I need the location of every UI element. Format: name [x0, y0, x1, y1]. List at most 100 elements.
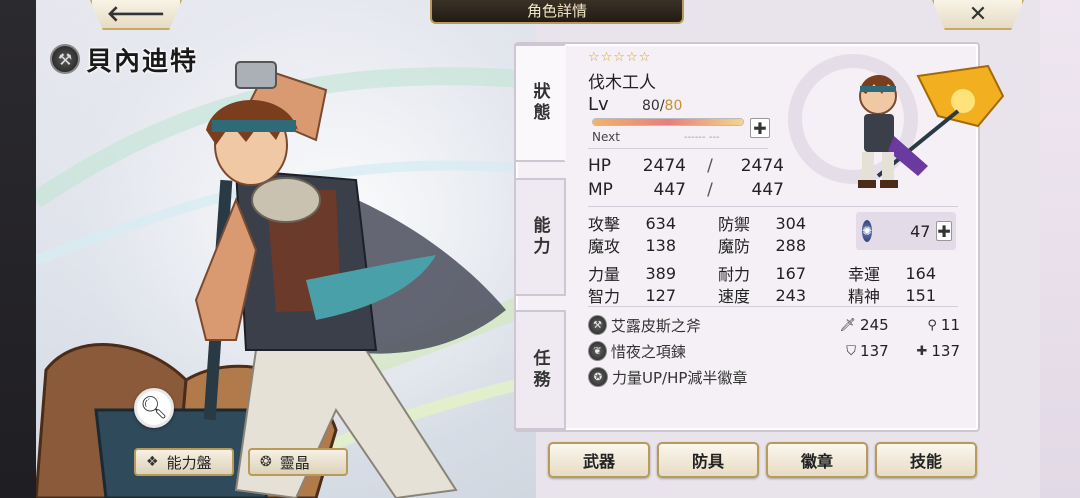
mp-max: 447	[751, 180, 784, 200]
job-title: 伐木工人	[588, 73, 656, 93]
element-box: ✺ 47 ✚	[856, 212, 956, 250]
crystal-icon: ❂	[260, 454, 272, 470]
skill-button[interactable]: 技能	[875, 442, 977, 478]
divider	[588, 306, 958, 307]
tab-status[interactable]: 狀態	[514, 44, 566, 162]
spr-label: 精神	[848, 287, 881, 306]
level-value: 80/80	[642, 98, 682, 114]
level-max: 80	[664, 98, 683, 114]
mp-label: MP	[588, 180, 613, 200]
int-value: 127	[645, 285, 676, 305]
stat-row: 智力 127 速度 243 精神 151	[588, 284, 942, 307]
axe-icon: ⚒	[588, 315, 607, 335]
str-value: 389	[645, 263, 676, 283]
equipment-stat-value: 11	[940, 316, 961, 334]
character-name-header: ⚒ 貝內迪特	[50, 42, 199, 77]
tab-ability-label: 能力	[529, 216, 550, 258]
plus-icon: ✚	[937, 221, 951, 241]
luck-label: 幸運	[848, 265, 881, 284]
tab-mission-label: 任務	[529, 349, 550, 391]
spr-value: 151	[905, 285, 936, 305]
character-name: 貝內迪特	[86, 46, 199, 77]
def-value: 304	[775, 213, 806, 233]
status-content: ☆☆☆☆☆ 伐木工人 Lv 80/80 ✚ Next ------ --- HP…	[572, 48, 972, 428]
mp-row: MP 447 / 447	[588, 178, 784, 202]
ability-board-label: 能力盤	[166, 453, 212, 472]
left-screen-edge	[0, 0, 36, 498]
equipment-row-weapon[interactable]: ⚒ 艾露皮斯之斧 🗡︎ 245 ⚲ 11	[588, 312, 960, 338]
hp-label: HP	[588, 156, 612, 176]
plus-icon: ✚	[753, 118, 767, 138]
spd-label: 速度	[718, 287, 751, 306]
wand-icon: ⚲	[927, 317, 937, 333]
matk-label: 魔攻	[588, 237, 621, 256]
shield-icon: ⛉	[846, 343, 857, 359]
equipment-row-badge[interactable]: ✪ 力量UP/HP減半徽章	[588, 364, 960, 390]
level-up-button[interactable]: ✚	[750, 118, 770, 138]
equipment-stat: ⚲ 11	[889, 316, 960, 334]
rarity-stars: ☆☆☆☆☆	[588, 50, 652, 65]
close-icon: ✕	[968, 1, 988, 27]
back-button[interactable]: 🡐	[90, 0, 182, 30]
equipment-name: 艾露皮斯之斧	[610, 316, 701, 335]
grid-icon: ❖	[146, 454, 159, 470]
hp-separator: /	[707, 156, 713, 176]
exp-bar	[592, 118, 744, 126]
badge-icon: ✪	[588, 367, 608, 387]
weapon-button[interactable]: 武器	[548, 442, 650, 478]
armor-button[interactable]: 防具	[657, 442, 759, 478]
tab-ability[interactable]: 能力	[514, 178, 566, 296]
tab-mission[interactable]: 任務	[514, 310, 566, 430]
necklace-icon: ❦	[588, 341, 607, 361]
ability-board-button[interactable]: ❖ 能力盤	[134, 448, 234, 476]
hp-current: 2474	[642, 156, 686, 176]
equipment-stat-value: 137	[860, 342, 889, 360]
magnifier-icon: 🔍︎	[140, 395, 168, 421]
vit-value: 167	[775, 263, 806, 283]
matk-value: 138	[645, 235, 676, 255]
mp-separator: /	[707, 180, 713, 200]
mp-current: 447	[653, 180, 686, 200]
level-label: Lv	[588, 94, 609, 115]
equipment-row-accessory[interactable]: ❦ 惜夜之項鍊 ⛉ 137 ✚ 137	[588, 338, 960, 364]
equipment-stat: 🗡︎ 245	[817, 316, 889, 334]
hero-illustration	[36, 61, 506, 498]
divider	[588, 206, 958, 207]
axe-class-icon: ⚒	[50, 44, 80, 74]
atk-label: 攻擊	[588, 215, 621, 234]
equipment-stat-value: 137	[931, 342, 961, 360]
equipment-stat-value: 245	[860, 316, 889, 334]
equipment-name: 惜夜之項鍊	[610, 342, 686, 361]
equipment-name: 力量UP/HP減半徽章	[612, 368, 748, 387]
next-label: Next	[592, 130, 620, 144]
mdef-label: 魔防	[718, 237, 751, 256]
hp-row: HP 2474 / 2474	[588, 154, 784, 178]
page-title: 角色詳情	[430, 0, 684, 24]
spirit-crystal-label: 靈晶	[279, 453, 310, 472]
spirit-crystal-button[interactable]: ❂ 靈晶	[248, 448, 348, 476]
stat-row: 力量 389 耐力 167 幸運 164	[588, 262, 942, 285]
cross-shield-icon: ✚	[916, 343, 928, 359]
divider	[588, 148, 768, 149]
spd-value: 243	[775, 285, 806, 305]
swirl-element-icon: ✺	[862, 220, 873, 242]
element-plus-button[interactable]: ✚	[936, 221, 952, 241]
hp-max: 2474	[740, 156, 784, 176]
right-screen-edge	[1040, 0, 1080, 498]
vitals: HP 2474 / 2474 MP 447 / 447	[588, 154, 784, 202]
sword-icon: 🗡︎	[839, 317, 857, 333]
vit-label: 耐力	[718, 265, 751, 284]
equipment-stat: ⛉ 137	[817, 342, 888, 360]
equipment-stat: ✚ 137	[889, 342, 960, 360]
luck-value: 164	[905, 263, 936, 283]
tab-status-label: 狀態	[529, 82, 550, 124]
equipment-list: ⚒ 艾露皮斯之斧 🗡︎ 245 ⚲ 11 ❦ 惜夜之項鍊 ⛉ 137 ✚ 137 ✪ 力…	[588, 312, 960, 390]
mdef-value: 288	[775, 235, 806, 255]
exp-bar-fill	[593, 119, 743, 125]
close-button[interactable]: ✕	[932, 0, 1024, 30]
int-label: 智力	[588, 287, 621, 306]
atk-value: 634	[645, 213, 676, 233]
zoom-button[interactable]: 🔍︎	[134, 388, 174, 428]
badge-button[interactable]: 徽章	[766, 442, 868, 478]
level-current: 80/	[642, 98, 665, 114]
